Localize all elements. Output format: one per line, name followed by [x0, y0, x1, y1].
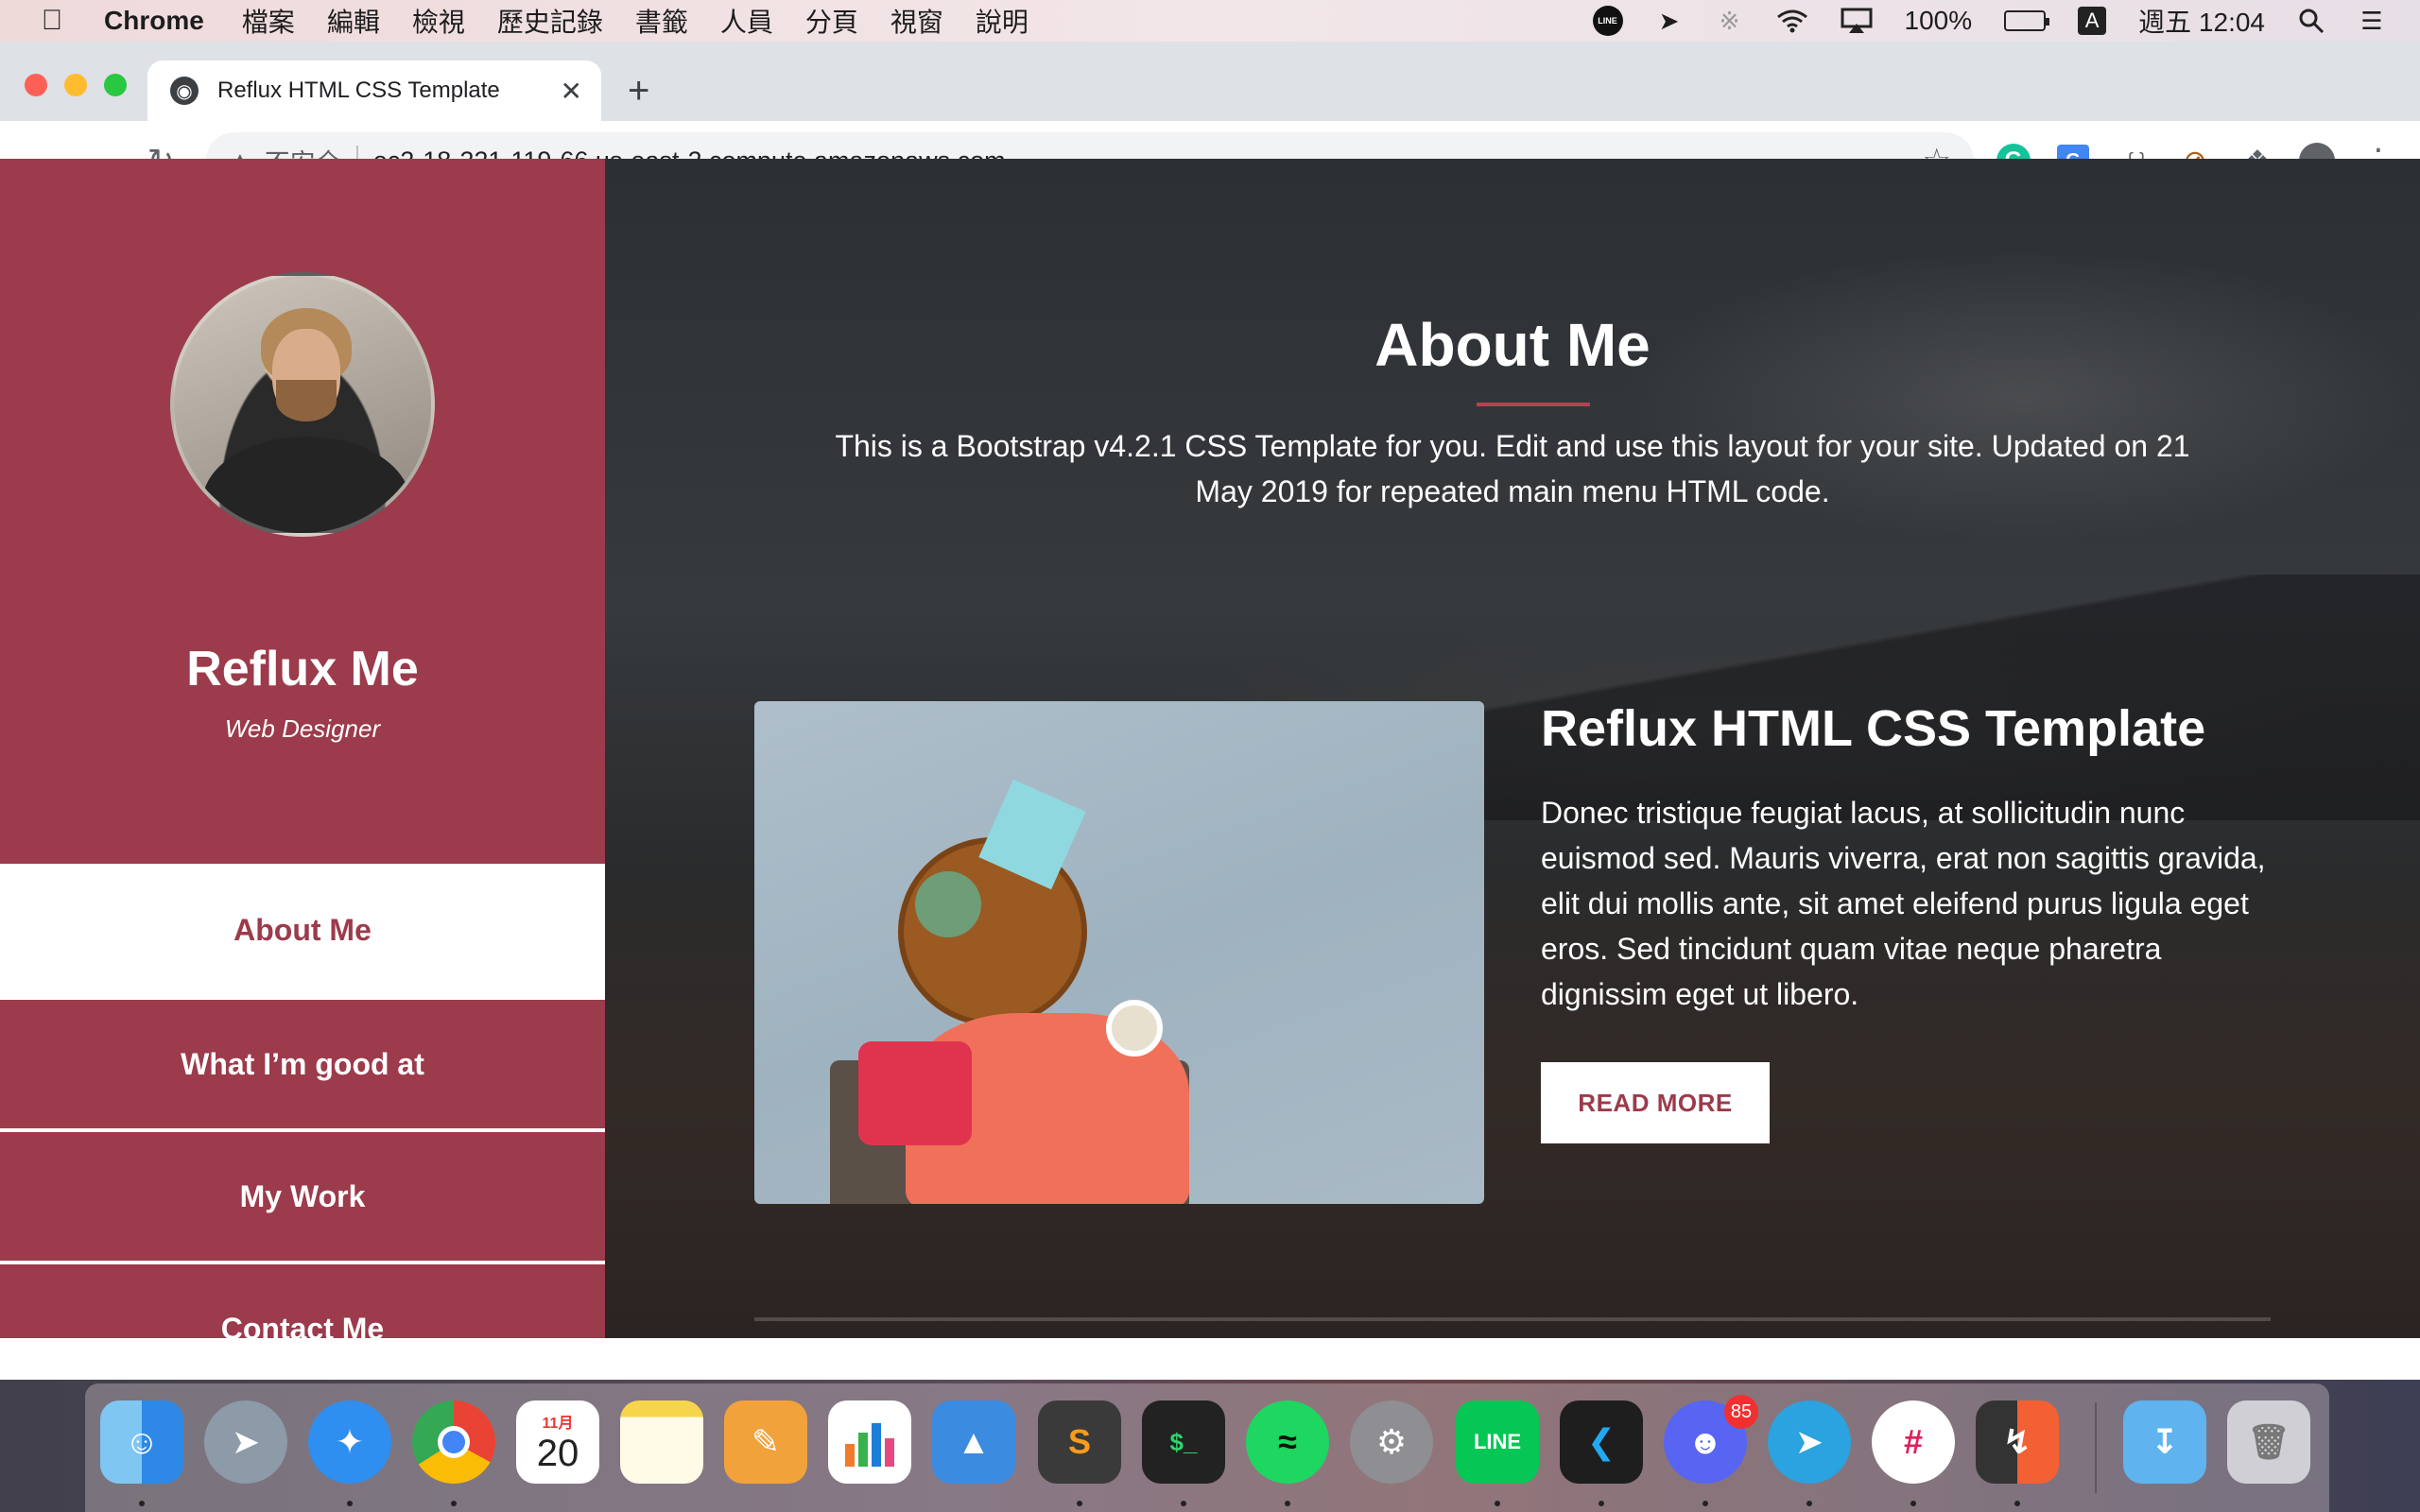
battery-percent: 100%: [1904, 6, 1973, 35]
finder-running-indicator: [139, 1501, 145, 1506]
macos-menu-bar:  Chrome 檔案 編輯 檢視 歷史記錄 書籤 人員 分頁 視窗 說明 LI…: [0, 0, 2420, 42]
menu-app-name[interactable]: Chrome: [104, 6, 204, 36]
calendar-day: 20: [536, 1432, 579, 1474]
numbers-icon[interactable]: [828, 1400, 911, 1484]
nav-item-my-work[interactable]: My Work: [0, 1128, 605, 1261]
menu-history[interactable]: 歷史記錄: [497, 2, 603, 40]
sublime-running-indicator: [1077, 1501, 1082, 1506]
terminal-icon[interactable]: $_: [1142, 1400, 1225, 1484]
window-controls: [25, 74, 127, 96]
terminal-running-indicator: [1181, 1501, 1186, 1506]
profile-role: Web Designer: [224, 714, 381, 743]
bluetooth-icon[interactable]: ※: [1716, 7, 1744, 35]
line-running-indicator: [1495, 1501, 1500, 1506]
tab-title: Reflux HTML CSS Template: [217, 77, 500, 103]
menu-bookmarks[interactable]: 書籤: [635, 2, 688, 40]
telegram-app-icon[interactable]: ➤: [1768, 1400, 1851, 1484]
profile-name: Reflux Me: [186, 642, 419, 696]
menu-people[interactable]: 人員: [720, 2, 773, 40]
section-divider: [754, 1317, 2271, 1321]
feature-image: [754, 701, 1484, 1204]
calendar-icon[interactable]: 11月 20: [516, 1400, 599, 1484]
read-more-button[interactable]: READ MORE: [1541, 1062, 1770, 1143]
minimize-window-button[interactable]: [64, 74, 87, 96]
airplay-icon[interactable]: [1841, 7, 1873, 35]
telegram-running-indicator: [1806, 1501, 1812, 1506]
git-client-running-indicator: [2014, 1501, 2020, 1506]
discord-running-indicator: [1703, 1501, 1708, 1506]
nav-item-skills[interactable]: What I’m good at: [0, 996, 605, 1128]
intro-text: This is a Bootstrap v4.2.1 CSS Template …: [835, 429, 2190, 508]
notes-icon[interactable]: [620, 1400, 703, 1484]
trash-icon[interactable]: 🗑: [2227, 1400, 2310, 1484]
zoom-window-button[interactable]: [104, 74, 127, 96]
line-status-icon[interactable]: LINE: [1592, 6, 1623, 36]
menu-edit[interactable]: 編輯: [327, 2, 380, 40]
nav-item-contact-me[interactable]: Contact Me: [0, 1261, 605, 1393]
keynote-icon[interactable]: ▲: [932, 1400, 1015, 1484]
menu-view[interactable]: 檢視: [412, 2, 465, 40]
line-app-icon[interactable]: LINE: [1456, 1400, 1539, 1484]
spotify-running-indicator: [1285, 1501, 1290, 1506]
main-content: About Me This is a Bootstrap v4.2.1 CSS …: [605, 159, 2420, 1338]
nav-item-about-me[interactable]: About Me: [0, 864, 605, 996]
downloads-folder-icon[interactable]: ↧: [2123, 1400, 2206, 1484]
notification-center-icon[interactable]: ☰: [2358, 7, 2386, 35]
chrome-dock-icon[interactable]: [412, 1400, 495, 1484]
menu-file[interactable]: 檔案: [242, 2, 295, 40]
spotify-icon[interactable]: ≈: [1246, 1400, 1329, 1484]
sidebar: Reflux Me Web Designer About Me What I’m…: [0, 159, 605, 1346]
feature-title: Reflux HTML CSS Template: [1541, 700, 2206, 757]
finder-icon[interactable]: ☺: [100, 1400, 183, 1484]
menu-help[interactable]: 說明: [976, 2, 1028, 40]
web-page: Reflux Me Web Designer About Me What I’m…: [0, 159, 2420, 1346]
vscode-running-indicator: [1599, 1501, 1604, 1506]
new-tab-button[interactable]: +: [628, 70, 649, 112]
sublime-text-icon[interactable]: S: [1038, 1400, 1121, 1484]
pages-icon[interactable]: ✎: [724, 1400, 807, 1484]
globe-icon: ◉: [170, 77, 199, 105]
tab-active[interactable]: ◉ Reflux HTML CSS Template ✕: [147, 60, 601, 121]
safari-icon[interactable]: ✦: [308, 1400, 391, 1484]
calendar-month: 11月: [542, 1415, 574, 1432]
feature-text: Donec tristique feugiat lacus, at sollic…: [1541, 796, 2266, 1011]
discord-notification-badge: 85: [1724, 1395, 1758, 1429]
tab-strip: ◉ Reflux HTML CSS Template ✕ +: [0, 42, 2420, 121]
profile-photo: [170, 272, 435, 537]
menu-window[interactable]: 視窗: [890, 2, 943, 40]
apple-menu-icon[interactable]: : [38, 5, 66, 37]
slack-running-indicator: [1910, 1501, 1916, 1506]
status-area: LINE ➤ ※ 100% A 週五 12:04 ☰: [1592, 0, 2386, 42]
git-client-icon[interactable]: ↯: [1976, 1400, 2059, 1484]
menu-tab[interactable]: 分頁: [805, 2, 858, 40]
input-method-icon[interactable]: A: [2078, 7, 2107, 35]
safari-running-indicator: [347, 1501, 353, 1506]
telegram-status-icon[interactable]: ➤: [1655, 7, 1684, 35]
vscode-icon[interactable]: ❮: [1560, 1400, 1643, 1484]
clock[interactable]: 週五 12:04: [2138, 2, 2265, 40]
section-title: About Me: [1374, 311, 1651, 379]
wifi-icon[interactable]: [1776, 7, 1808, 35]
spotlight-search-icon[interactable]: [2297, 7, 2325, 35]
title-underline: [1477, 403, 1590, 406]
dock-separator: [2095, 1402, 2097, 1493]
close-tab-icon[interactable]: ✕: [561, 76, 582, 107]
system-preferences-icon[interactable]: ⚙: [1350, 1400, 1433, 1484]
slack-icon[interactable]: #: [1872, 1400, 1955, 1484]
launchpad-icon[interactable]: ➤: [204, 1400, 287, 1484]
chrome-running-indicator: [451, 1501, 457, 1506]
battery-icon[interactable]: [2004, 10, 2050, 31]
close-window-button[interactable]: [25, 74, 47, 96]
